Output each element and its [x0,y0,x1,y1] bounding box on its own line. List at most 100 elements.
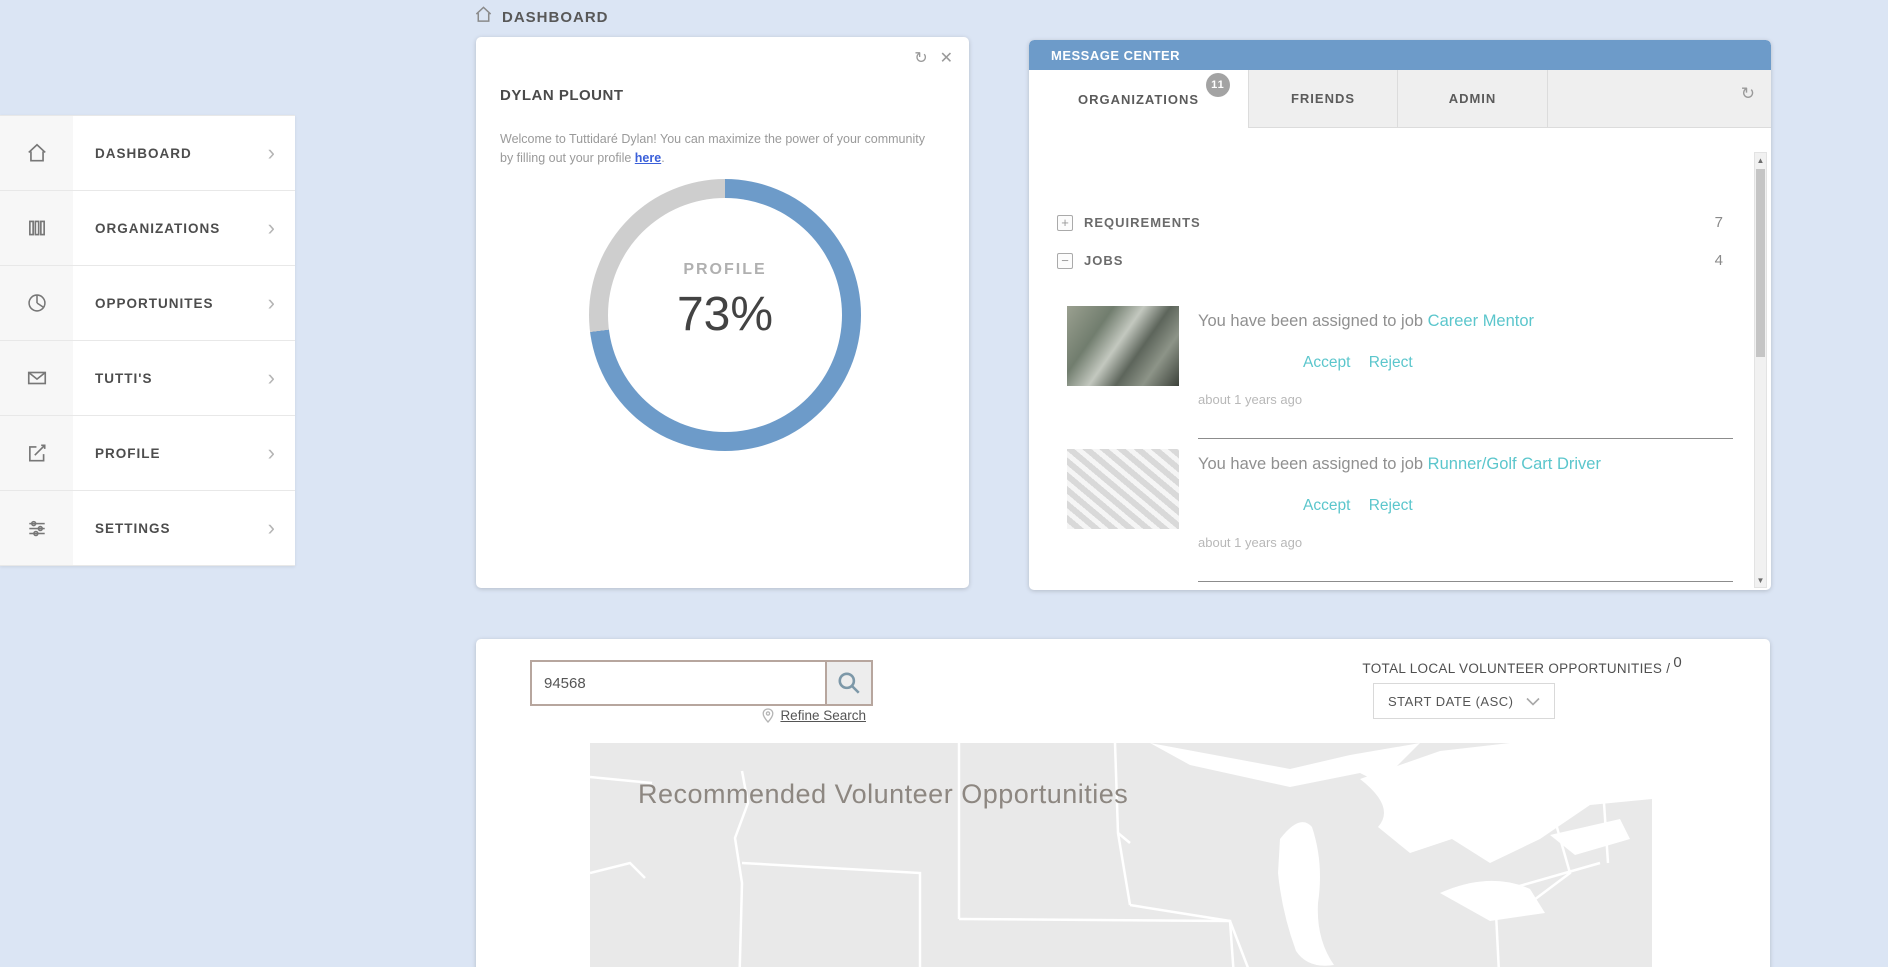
envelope-icon [0,341,73,415]
job-assignment-text: You have been assigned to job Career Men… [1198,312,1534,331]
close-icon[interactable]: ✕ [940,51,953,67]
accept-link[interactable]: Accept [1303,497,1350,514]
sidebar-item-label: SETTINGS [95,521,268,536]
tab-admin[interactable]: ADMIN [1398,70,1548,128]
profile-card: ↻ ✕ DYLAN PLOUNT Welcome to Tuttidaré Dy… [476,37,969,588]
home-icon [0,116,73,190]
chevron-right-icon: › [268,442,275,464]
chevron-right-icon: › [268,367,275,389]
sidebar-item-opportunites[interactable]: OPPORTUNITES › [0,266,295,341]
message-center-panel: MESSAGE CENTER ORGANIZATIONS 11 FRIENDS … [1029,40,1771,590]
tab-label: ADMIN [1449,91,1497,106]
chevron-down-icon [1526,697,1540,706]
job-assignment-text: You have been assigned to job Runner/Gol… [1198,455,1601,474]
reject-link[interactable]: Reject [1369,497,1413,514]
job-item: You have been assigned to job Career Men… [1057,296,1733,439]
map-pin-icon [762,708,774,723]
reject-link[interactable]: Reject [1369,354,1413,371]
chevron-right-icon: › [268,292,275,314]
sidebar-item-dashboard[interactable]: DASHBOARD › [0,116,295,191]
chevron-right-icon: › [268,142,275,164]
scroll-up-arrow[interactable]: ▲ [1755,153,1766,167]
jobs-section-row: − JOBS 4 [1057,252,1733,269]
accept-link[interactable]: Accept [1303,354,1350,371]
search-button[interactable] [825,662,871,704]
sidebar: DASHBOARD › ORGANIZATIONS › OPPORTUNITES… [0,115,295,566]
sidebar-item-label: PROFILE [95,446,268,461]
total-opportunities-label: TOTAL LOCAL VOLUNTEER OPPORTUNITIES / [1362,661,1670,676]
profile-donut-chart: PROFILE 73% [589,179,861,451]
welcome-text-after: . [661,151,664,165]
refresh-icon[interactable]: ↻ [1741,84,1755,104]
sidebar-item-tuttis[interactable]: TUTTI'S › [0,341,295,416]
columns-icon [0,191,73,265]
search-icon [836,670,862,696]
job-link[interactable]: Runner/Golf Cart Driver [1428,455,1601,473]
sliders-icon [0,491,73,565]
sidebar-item-profile[interactable]: PROFILE › [0,416,295,491]
sort-dropdown[interactable]: START DATE (ASC) [1373,683,1555,719]
message-center-header: MESSAGE CENTER [1029,40,1771,70]
tab-label: FRIENDS [1291,91,1355,106]
total-opportunities: TOTAL LOCAL VOLUNTEER OPPORTUNITIES /0 [1362,654,1682,676]
sidebar-item-settings[interactable]: SETTINGS › [0,491,295,566]
scroll-down-arrow[interactable]: ▼ [1755,573,1766,587]
sort-dropdown-value: START DATE (ASC) [1388,694,1526,709]
welcome-text: Welcome to Tuttidaré Dylan! You can maxi… [500,130,928,169]
profile-card-title: DYLAN PLOUNT [500,87,624,104]
section-label: JOBS [1084,253,1715,268]
sidebar-item-label: TUTTI'S [95,371,268,386]
chevron-right-icon: › [268,517,275,539]
us-map-graphic [590,743,1652,967]
home-icon [474,5,493,29]
map-overlay-title: Recommended Volunteer Opportunities [638,779,1128,810]
job-link[interactable]: Career Mentor [1428,312,1534,330]
message-center-content: + REQUIREMENTS 7 − JOBS 4 You have been … [1029,128,1771,590]
chevron-right-icon: › [268,217,275,239]
jobs-list: You have been assigned to job Career Men… [1057,296,1733,590]
job-text-prefix: You have been assigned to job [1198,455,1428,473]
donut-value: 73% [677,287,773,342]
section-label: REQUIREMENTS [1084,215,1715,230]
message-center-tabs: ORGANIZATIONS 11 FRIENDS ADMIN ↻ [1029,70,1771,128]
job-item: You have been assigned to job Runner/Gol… [1057,439,1733,582]
job-text-prefix: You have been assigned to job [1198,312,1428,330]
job-timestamp: about 1 years ago [1198,392,1302,407]
opportunities-map[interactable]: Recommended Volunteer Opportunities [590,743,1652,967]
profile-here-link[interactable]: here [635,151,661,165]
organizations-count-badge: 11 [1206,73,1230,97]
refine-search-link[interactable]: Refine Search [780,708,866,723]
tab-organizations[interactable]: ORGANIZATIONS 11 [1029,70,1249,128]
tab-filler: ↻ [1548,70,1771,128]
search-input[interactable] [532,662,825,704]
requirements-section-row: + REQUIREMENTS 7 [1057,214,1733,231]
donut-label: PROFILE [683,261,766,279]
message-center-scrollbar[interactable]: ▲ ▼ [1754,152,1767,588]
collapse-minus-icon[interactable]: − [1057,253,1073,269]
breadcrumb: DASHBOARD [474,5,609,29]
section-count: 4 [1715,252,1733,269]
tab-label: ORGANIZATIONS [1078,92,1199,107]
job-thumbnail [1067,306,1179,386]
scrollbar-thumb[interactable] [1756,169,1765,357]
job-item: You have been assigned to job Water Stat… [1057,582,1733,590]
dashboard-page: DASHBOARD DASHBOARD › ORGANIZATIONS › [0,0,1888,967]
sidebar-item-label: OPPORTUNITES [95,296,268,311]
opportunities-panel: Refine Search TOTAL LOCAL VOLUNTEER OPPO… [476,639,1770,967]
search-box [530,660,873,706]
tab-friends[interactable]: FRIENDS [1249,70,1398,128]
message-center-title: MESSAGE CENTER [1051,48,1180,63]
section-count: 7 [1715,214,1733,231]
refine-search: Refine Search [716,708,866,723]
breadcrumb-label: DASHBOARD [502,9,609,26]
sidebar-item-organizations[interactable]: ORGANIZATIONS › [0,191,295,266]
refresh-icon[interactable]: ↻ [914,51,927,67]
total-opportunities-count: 0 [1673,654,1682,671]
pie-chart-icon [0,266,73,340]
job-timestamp: about 1 years ago [1198,535,1302,550]
sidebar-item-label: ORGANIZATIONS [95,221,268,236]
edit-icon [0,416,73,490]
sidebar-item-label: DASHBOARD [95,146,268,161]
job-thumbnail [1067,449,1179,529]
expand-plus-icon[interactable]: + [1057,215,1073,231]
